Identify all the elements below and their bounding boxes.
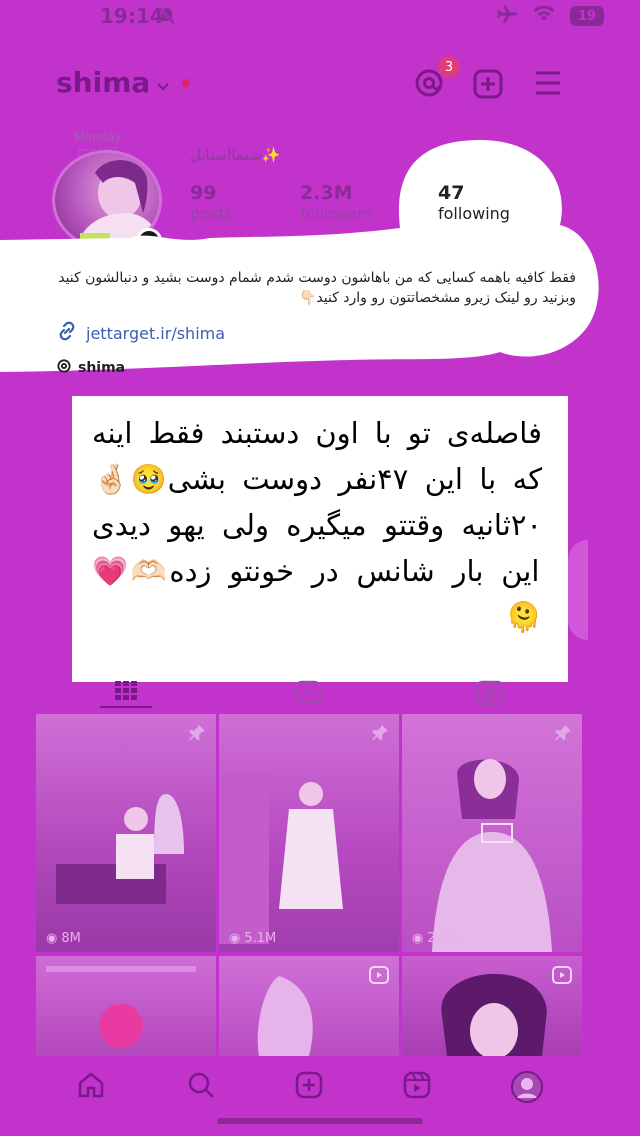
hamburger-icon	[536, 71, 560, 95]
nav-home[interactable]	[76, 1070, 106, 1104]
tab-reels[interactable]	[294, 680, 322, 708]
nav-create[interactable]	[294, 1070, 324, 1104]
grid-post[interactable]: ◉ 2.7M	[402, 714, 582, 952]
pin-icon	[554, 724, 572, 746]
threads-profile-link[interactable]: shima	[56, 358, 125, 378]
followers-count: 2.3M	[300, 182, 353, 204]
views-count: ◉ 5.1M	[229, 931, 277, 946]
tagged-icon	[476, 680, 504, 706]
bottom-nav	[0, 1056, 640, 1136]
views-count: ◉ 8M	[46, 931, 81, 946]
following-label: following	[438, 204, 510, 223]
account-switcher[interactable]: shima	[56, 66, 191, 99]
notification-dot	[182, 78, 191, 87]
status-icons: 19	[496, 4, 604, 28]
airplane-icon	[496, 4, 518, 28]
create-button[interactable]	[472, 68, 504, 104]
caption-overlay: فاصله‌ی تو با اون دستبند فقط اینه که با …	[72, 396, 568, 682]
posts-label: posts	[190, 204, 233, 223]
home-indicator	[217, 1118, 423, 1124]
posts-stat[interactable]: 99 posts	[190, 182, 233, 223]
threads-small-icon	[56, 358, 72, 378]
link-icon	[56, 320, 78, 346]
pin-icon	[371, 724, 389, 746]
nav-profile[interactable]	[510, 1070, 544, 1108]
nav-reels[interactable]	[402, 1070, 432, 1104]
post-thumbnail	[432, 759, 552, 952]
highlight-peek	[568, 540, 588, 640]
reels-icon	[294, 680, 322, 704]
followers-stat[interactable]: 2.3M followers	[300, 182, 372, 223]
tab-grid[interactable]	[114, 680, 138, 706]
grid-post[interactable]: ◉ 8M	[36, 714, 216, 952]
tab-tagged[interactable]	[476, 680, 504, 710]
reel-icon	[369, 966, 389, 988]
chevron-down-icon	[156, 66, 170, 99]
grid-post[interactable]: ◉ 5.1M	[219, 714, 399, 952]
followers-label: followers	[300, 204, 372, 223]
reels-icon	[403, 1071, 431, 1099]
profile-tabs	[0, 674, 640, 710]
plus-square-icon	[295, 1071, 323, 1099]
views-count: ◉ 2.7M	[412, 931, 460, 946]
grid-post[interactable]	[219, 956, 399, 1056]
threads-button[interactable]: 3	[412, 56, 460, 100]
post-thumbnail	[56, 794, 184, 904]
search-icon	[188, 1072, 214, 1098]
display-name: شیمااستایل✨	[190, 146, 281, 164]
wifi-icon	[532, 5, 556, 27]
nav-search[interactable]	[186, 1070, 216, 1104]
active-tab-indicator	[100, 706, 152, 708]
post-thumbnail	[46, 966, 196, 1048]
menu-button[interactable]	[534, 70, 562, 100]
grid-post[interactable]	[402, 956, 582, 1056]
battery-indicator: 19	[570, 6, 604, 26]
silent-bell-icon	[158, 6, 176, 30]
caption-text: فاصله‌ی تو با اون دستبند فقط اینه که با …	[92, 416, 543, 634]
profile-bio: فقط کافیه باهمه کسایی که من باهاشون دوست…	[58, 270, 576, 306]
eye-icon: ◉	[412, 931, 424, 946]
add-story-button[interactable]: +	[136, 228, 162, 254]
threads-handle: shima	[78, 360, 126, 376]
grid-post[interactable]	[36, 956, 216, 1056]
grid-icon	[115, 681, 137, 700]
eye-icon: ◉	[229, 931, 241, 946]
status-time: 19:14	[100, 4, 164, 28]
reel-icon	[552, 966, 572, 988]
profile-link-text: jettarget.ir/shima	[86, 323, 226, 343]
eye-icon: ◉	[46, 931, 58, 946]
post-thumbnail	[219, 774, 343, 944]
username-label: shima	[56, 66, 151, 99]
plus-square-icon	[473, 69, 503, 99]
posts-count: 99	[190, 182, 217, 204]
following-count: 47	[438, 182, 465, 204]
profile-avatar-icon	[511, 1071, 543, 1103]
following-stat[interactable]: 47 following	[438, 182, 510, 223]
home-icon	[78, 1072, 104, 1098]
profile-link[interactable]: jettarget.ir/shima	[56, 320, 225, 346]
threads-badge: 3	[438, 56, 460, 78]
pin-icon	[188, 724, 206, 746]
